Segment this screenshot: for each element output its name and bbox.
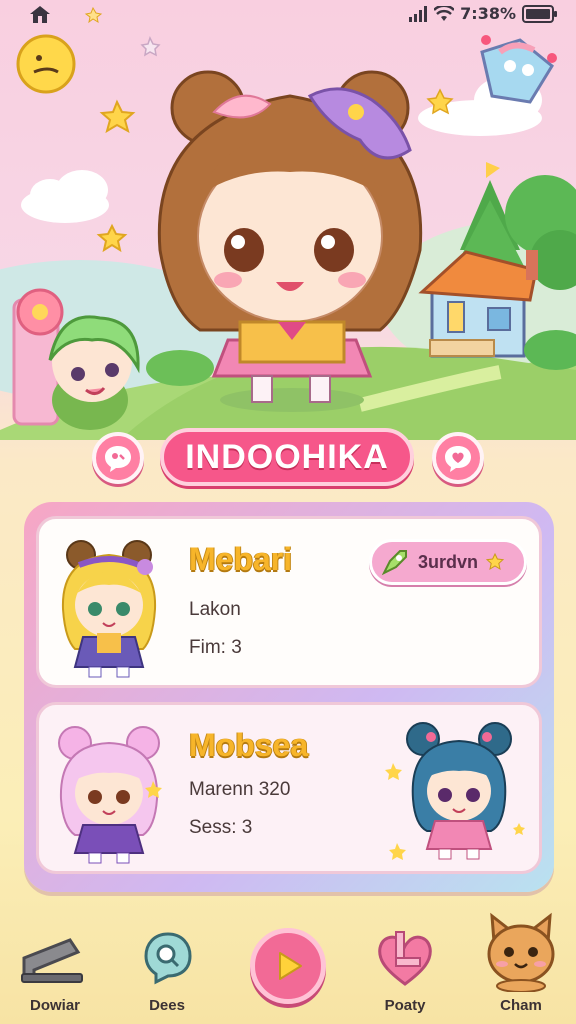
- star-icon: [140, 36, 161, 57]
- emoji-menu-icon[interactable]: [16, 34, 76, 94]
- character-portrait: [385, 722, 525, 860]
- nav-item-poaty[interactable]: Poaty: [350, 920, 460, 1024]
- search-bubble-icon: [144, 932, 192, 985]
- character-card[interactable]: Mobsea Marenn 320 Sess: 3: [36, 702, 542, 874]
- star-icon: [96, 223, 128, 253]
- play-icon: [279, 952, 302, 980]
- nav-label: Cham: [500, 997, 542, 1014]
- star-icon: [486, 553, 505, 571]
- star-icon: [99, 99, 136, 134]
- nav-item-cham[interactable]: Cham: [466, 912, 576, 1024]
- character-card[interactable]: Mebari Lakon Fim: 3 3urdvn: [36, 516, 542, 688]
- heart-flag-icon: [378, 931, 432, 986]
- chat-bubble-icon: [105, 446, 131, 472]
- rocket-icon: [381, 550, 407, 576]
- robot-mascot-icon[interactable]: [480, 35, 557, 104]
- title-row: INDOOHIKA: [0, 428, 576, 492]
- character-detail: Marenn 320: [189, 779, 291, 800]
- chat-button[interactable]: [92, 432, 144, 484]
- play-button[interactable]: [250, 928, 326, 1004]
- character-portrait: [58, 726, 162, 864]
- card-action-button[interactable]: 3urdvn: [369, 539, 527, 585]
- nav-item-dees[interactable]: Dees: [112, 920, 222, 1024]
- card-action-label: 3urdvn: [418, 551, 479, 572]
- character-detail: Lakon: [189, 599, 241, 620]
- star-icon: [84, 6, 103, 24]
- cloud-left: [21, 170, 109, 223]
- nav-label: Poaty: [384, 997, 426, 1014]
- character-portrait: [61, 540, 157, 678]
- character-name: Mobsea: [189, 727, 309, 763]
- character-list-panel: Mebari Lakon Fim: 3 3urdvn Mobsea Marenn…: [24, 502, 554, 892]
- character-name: Mebari: [189, 541, 293, 577]
- page-title: INDOOHIKA: [185, 437, 389, 476]
- character-stat: Sess: 3: [189, 817, 253, 838]
- nav-item-dowiar[interactable]: Dowiar: [0, 920, 110, 1024]
- favorite-button[interactable]: [432, 432, 484, 484]
- nav-label: Dees: [149, 997, 185, 1014]
- heart-bubble-icon: [445, 446, 471, 472]
- cat-icon: [487, 912, 555, 992]
- title-banner: INDOOHIKA: [160, 428, 414, 486]
- scene-illustration: [0, 6, 576, 440]
- nav-label: Dowiar: [29, 997, 80, 1014]
- bottom-nav: Dowiar Dees Poaty Cham: [0, 912, 576, 1024]
- cannon-icon: [21, 938, 83, 983]
- character-stat: Fim: 3: [189, 637, 242, 658]
